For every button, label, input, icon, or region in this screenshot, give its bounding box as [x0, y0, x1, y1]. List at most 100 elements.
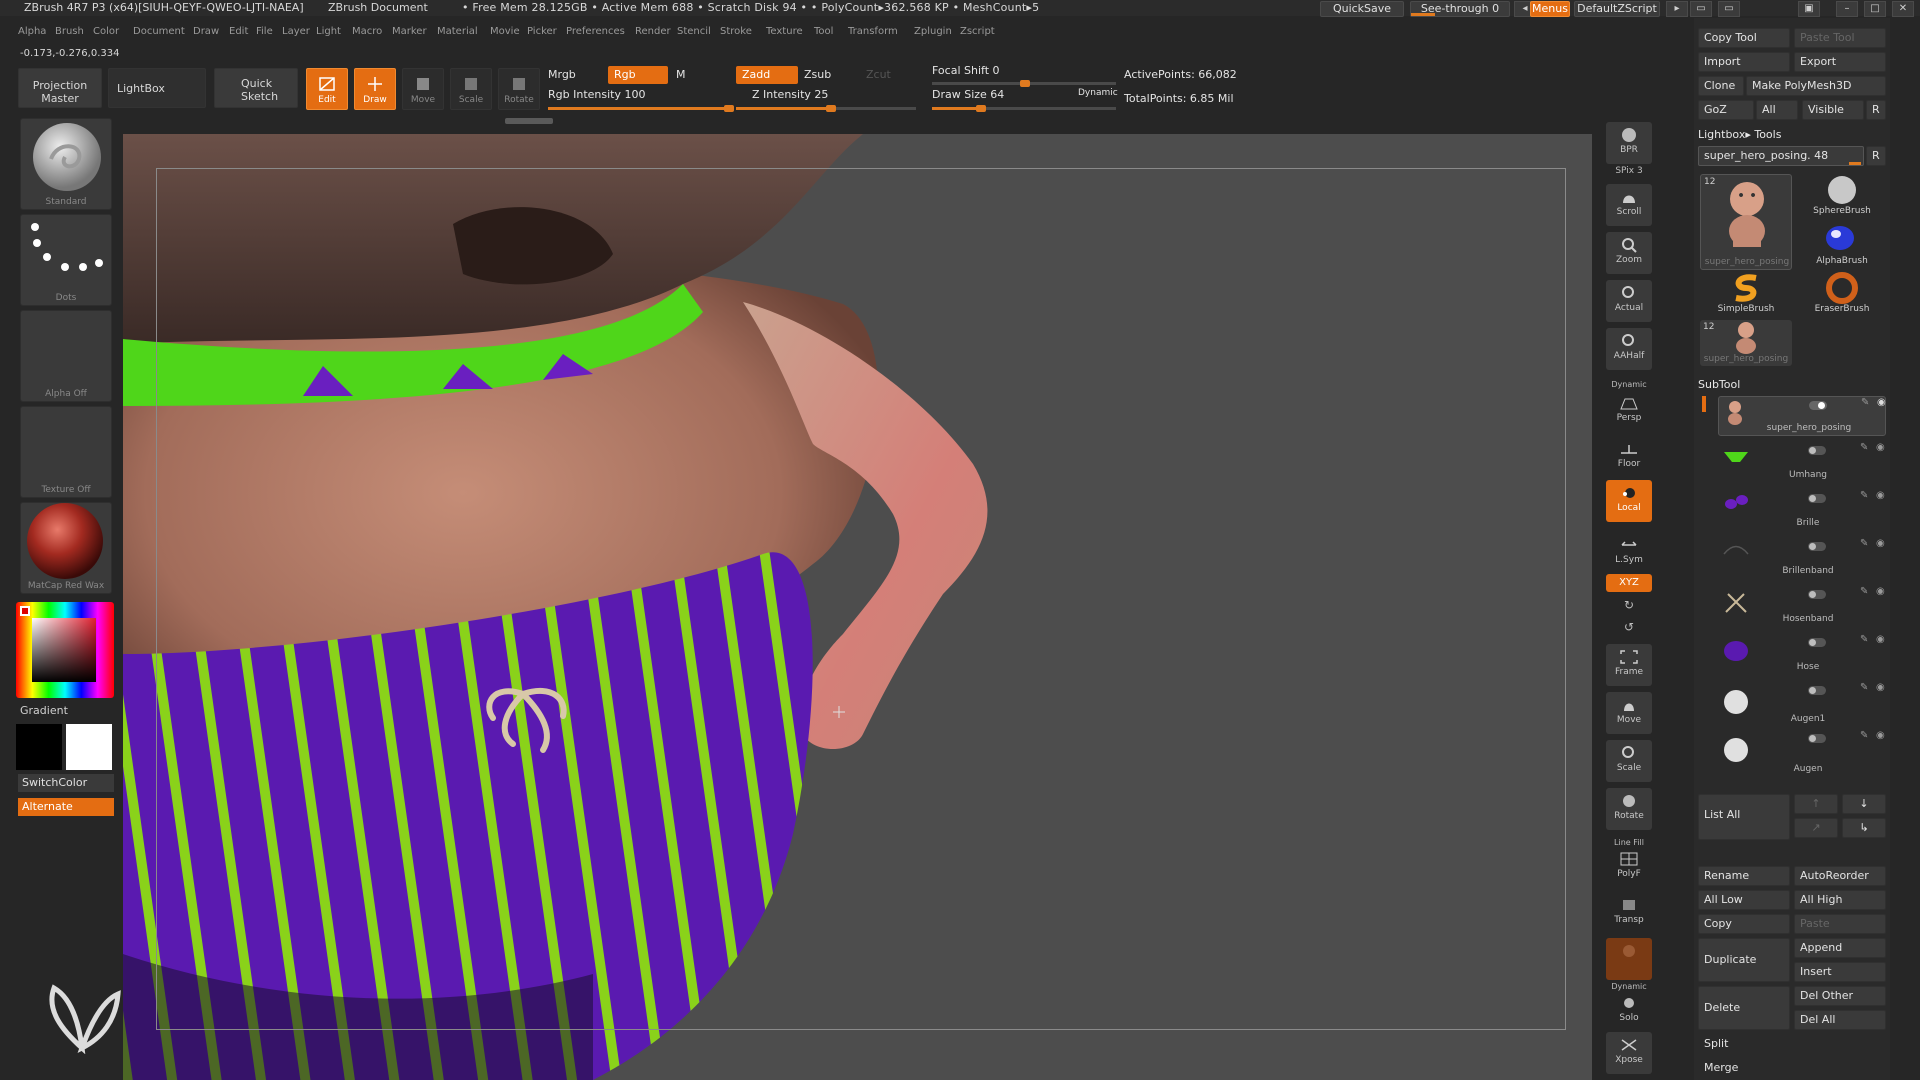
transp-button[interactable]: Transp	[1606, 892, 1652, 932]
rgb-button[interactable]: Rgb	[608, 66, 668, 84]
menu-render[interactable]: Render	[635, 26, 671, 37]
autoreorder-button[interactable]: AutoReorder	[1794, 866, 1886, 886]
rotate-view-button[interactable]: Rotate	[1606, 788, 1652, 830]
layout-a-icon[interactable]: ▭	[1690, 1, 1712, 17]
xyz-button[interactable]: XYZ	[1606, 574, 1652, 592]
brush-slot[interactable]: Standard	[20, 118, 112, 210]
current-tool-slider[interactable]: super_hero_posing. 48	[1698, 146, 1864, 166]
subtool-row-super-hero[interactable]: ✎ ◉ super_hero_posing	[1718, 396, 1886, 436]
eye-icon[interactable]: ◉	[1876, 490, 1885, 501]
split-button[interactable]: Split	[1698, 1034, 1886, 1054]
draw-size-slider[interactable]	[932, 105, 1116, 112]
lsym-button[interactable]: L.Sym	[1606, 532, 1652, 565]
tool-tile-simplebrush[interactable]: SimpleBrush	[1700, 272, 1792, 318]
copy-subtool-button[interactable]: Copy	[1698, 914, 1790, 934]
draw-button[interactable]: Draw	[354, 68, 396, 110]
move-down-icon[interactable]: ↓	[1842, 794, 1886, 814]
brush-icon[interactable]: ✎	[1861, 397, 1869, 408]
lock-icon[interactable]: ▣	[1798, 1, 1820, 17]
merge-button[interactable]: Merge	[1698, 1058, 1886, 1078]
make-polymesh-button[interactable]: Make PolyMesh3D	[1746, 76, 1886, 96]
scale-button[interactable]: Scale	[450, 68, 492, 110]
eye-icon[interactable]: ◉	[1876, 730, 1885, 741]
subtool-toggle[interactable]	[1808, 494, 1826, 503]
rotate-y-icon[interactable]: ↻	[1606, 598, 1652, 612]
focal-shift-slider[interactable]	[932, 80, 1116, 87]
subtool-toggle[interactable]	[1808, 446, 1826, 455]
menu-brush[interactable]: Brush	[55, 26, 84, 37]
delete-button[interactable]: Delete	[1698, 986, 1790, 1030]
menu-stencil[interactable]: Stencil	[677, 26, 711, 37]
rgb-intensity-slider[interactable]	[548, 105, 734, 112]
menu-document[interactable]: Document	[133, 26, 185, 37]
tool-tile-eraserbrush[interactable]: EraserBrush	[1798, 272, 1886, 318]
menus-button[interactable]: Menus	[1530, 1, 1570, 17]
subtool-row-hosenband[interactable]: ✎ ◉ Hosenband	[1718, 586, 1886, 628]
m-button[interactable]: M	[676, 68, 686, 81]
goz-r-button[interactable]: R	[1866, 100, 1886, 120]
maximize-icon[interactable]: □	[1864, 1, 1886, 17]
ghost-button[interactable]	[1606, 938, 1652, 980]
brush-icon[interactable]: ✎	[1860, 682, 1868, 693]
subtool-toggle[interactable]	[1809, 401, 1827, 410]
eye-icon[interactable]: ◉	[1876, 586, 1885, 597]
brush-icon[interactable]: ✎	[1860, 586, 1868, 597]
actual-button[interactable]: Actual	[1606, 280, 1652, 322]
canvas-scroll-handle[interactable]	[505, 118, 553, 124]
switchcolor-button[interactable]: SwitchColor	[18, 774, 114, 792]
z-intensity-slider[interactable]	[736, 105, 916, 112]
focal-shift-knob[interactable]	[1020, 80, 1030, 87]
subtool-row-umhang[interactable]: ✎ ◉ Umhang	[1718, 442, 1886, 484]
zcut-button[interactable]: Zcut	[866, 68, 891, 81]
xpose-button[interactable]: Xpose	[1606, 1032, 1652, 1074]
tool-tile-spherebrush[interactable]: SphereBrush	[1798, 174, 1886, 220]
menu-movie[interactable]: Movie	[490, 26, 520, 37]
del-all-button[interactable]: Del All	[1794, 1010, 1886, 1030]
menu-alpha[interactable]: Alpha	[18, 26, 46, 37]
persp-button[interactable]: Persp	[1606, 390, 1652, 426]
rgb-intensity-knob[interactable]	[724, 105, 734, 112]
menu-marker[interactable]: Marker	[392, 26, 427, 37]
color-square[interactable]	[32, 618, 96, 682]
copy-tool-button[interactable]: Copy Tool	[1698, 28, 1790, 48]
subtool-toggle[interactable]	[1808, 638, 1826, 647]
z-intensity-knob[interactable]	[826, 105, 836, 112]
quicksave-button[interactable]: QuickSave	[1320, 1, 1404, 17]
duplicate-button[interactable]: Duplicate	[1698, 938, 1790, 982]
draw-size-knob[interactable]	[976, 105, 986, 112]
local-button[interactable]: Local	[1606, 480, 1652, 522]
goz-all-button[interactable]: All	[1756, 100, 1798, 120]
menu-material[interactable]: Material	[437, 26, 478, 37]
eye-icon[interactable]: ◉	[1876, 634, 1885, 645]
subtool-row-augen1[interactable]: ✎ ◉ Augen1	[1718, 682, 1886, 724]
import-button[interactable]: Import	[1698, 52, 1790, 72]
goz-visible-button[interactable]: Visible	[1802, 100, 1864, 120]
brush-icon[interactable]: ✎	[1860, 490, 1868, 501]
zsub-button[interactable]: Zsub	[804, 68, 831, 81]
edit-button[interactable]: Edit	[306, 68, 348, 110]
subtool-row-brillenband[interactable]: ✎ ◉ Brillenband	[1718, 538, 1886, 580]
alpha-slot[interactable]: Alpha Off	[20, 310, 112, 402]
eye-icon[interactable]: ◉	[1876, 538, 1885, 549]
brush-icon[interactable]: ✎	[1860, 634, 1868, 645]
floor-button[interactable]: Floor	[1606, 436, 1652, 472]
list-all-button[interactable]: List All	[1698, 794, 1790, 840]
menu-texture[interactable]: Texture	[766, 26, 803, 37]
solo-button[interactable]: Solo	[1606, 990, 1652, 1028]
alternate-button[interactable]: Alternate	[18, 798, 114, 816]
canvas-viewport[interactable]	[123, 134, 1592, 1080]
menu-layer[interactable]: Layer	[282, 26, 310, 37]
polyf-button[interactable]: PolyF	[1606, 846, 1652, 884]
tool-tile-super-hero-2[interactable]: 12 super_hero_posing	[1700, 320, 1792, 366]
layout-toggle-icon[interactable]: ▸	[1666, 1, 1688, 17]
subtool-toggle[interactable]	[1808, 590, 1826, 599]
all-high-button[interactable]: All High	[1794, 890, 1886, 910]
scroll-button[interactable]: Scroll	[1606, 184, 1652, 226]
menu-macro[interactable]: Macro	[352, 26, 382, 37]
minimize-icon[interactable]: –	[1836, 1, 1858, 17]
texture-slot[interactable]: Texture Off	[20, 406, 112, 498]
lightbox-button[interactable]: LightBox	[108, 68, 206, 108]
tool-tile-alphabrush[interactable]: AlphaBrush	[1798, 222, 1886, 270]
aahalf-button[interactable]: AAHalf	[1606, 328, 1652, 370]
primary-color-swatch[interactable]	[16, 724, 62, 770]
